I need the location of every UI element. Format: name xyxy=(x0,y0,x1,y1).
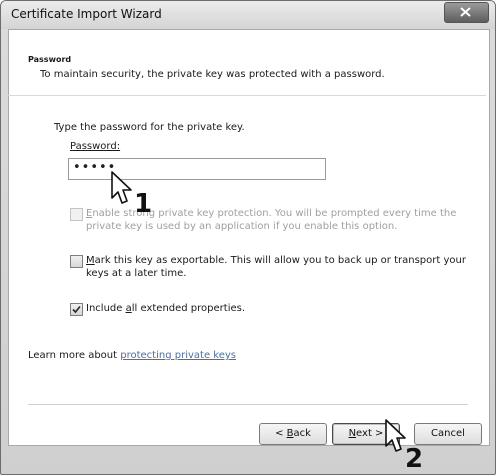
exportable-checkbox[interactable] xyxy=(70,255,83,268)
back-button-rest: ack xyxy=(293,428,311,439)
extended-properties-label: Include all extended properties. xyxy=(86,302,245,315)
back-button-hotkey: B xyxy=(286,428,294,439)
password-label: Password: xyxy=(70,141,120,152)
extended-properties-text-rest: ll extended properties. xyxy=(131,303,246,314)
step-1-marker: 1 xyxy=(134,189,153,219)
exportable-label: Mark this key as exportable. This will a… xyxy=(86,254,466,280)
strong-protection-checkbox[interactable] xyxy=(70,208,83,221)
next-button-rest: ext > xyxy=(356,428,384,439)
step-2-marker: 2 xyxy=(405,444,424,474)
back-button[interactable]: < Back xyxy=(259,423,327,445)
extended-properties-text-pre: Include xyxy=(86,303,126,314)
next-button-hotkey: N xyxy=(348,428,357,439)
close-icon xyxy=(460,7,471,17)
close-button[interactable] xyxy=(444,2,489,23)
wizard-page xyxy=(8,29,490,446)
footer-divider xyxy=(28,404,468,405)
checkmark-icon xyxy=(72,305,81,314)
strong-protection-text-line2: private key is used by an application if… xyxy=(86,221,398,232)
extended-properties-checkbox[interactable] xyxy=(70,303,83,316)
learn-more-prefix: Learn more about xyxy=(28,350,121,361)
exportable-hotkey: M xyxy=(86,255,95,266)
window-title: Certificate Import Wizard xyxy=(11,7,162,21)
password-input[interactable]: ••••• xyxy=(68,158,326,180)
page-title: Password xyxy=(28,55,72,64)
back-button-prefix: < xyxy=(275,428,287,439)
exportable-text-line1: ark this key as exportable. This will al… xyxy=(94,255,466,266)
title-bar[interactable]: Certificate Import Wizard xyxy=(1,1,495,29)
page-description: To maintain security, the private key wa… xyxy=(40,69,385,80)
password-prompt: Type the password for the private key. xyxy=(54,122,245,133)
password-label-text: Password: xyxy=(70,141,121,152)
cancel-button[interactable]: Cancel xyxy=(414,423,482,445)
exportable-text-line2: keys at a later time. xyxy=(86,268,187,279)
pointer-cursor-icon xyxy=(111,171,132,204)
learn-more: Learn more about protecting private keys xyxy=(28,350,236,361)
header-divider xyxy=(8,95,486,96)
protecting-private-keys-link[interactable]: protecting private keys xyxy=(120,350,236,361)
